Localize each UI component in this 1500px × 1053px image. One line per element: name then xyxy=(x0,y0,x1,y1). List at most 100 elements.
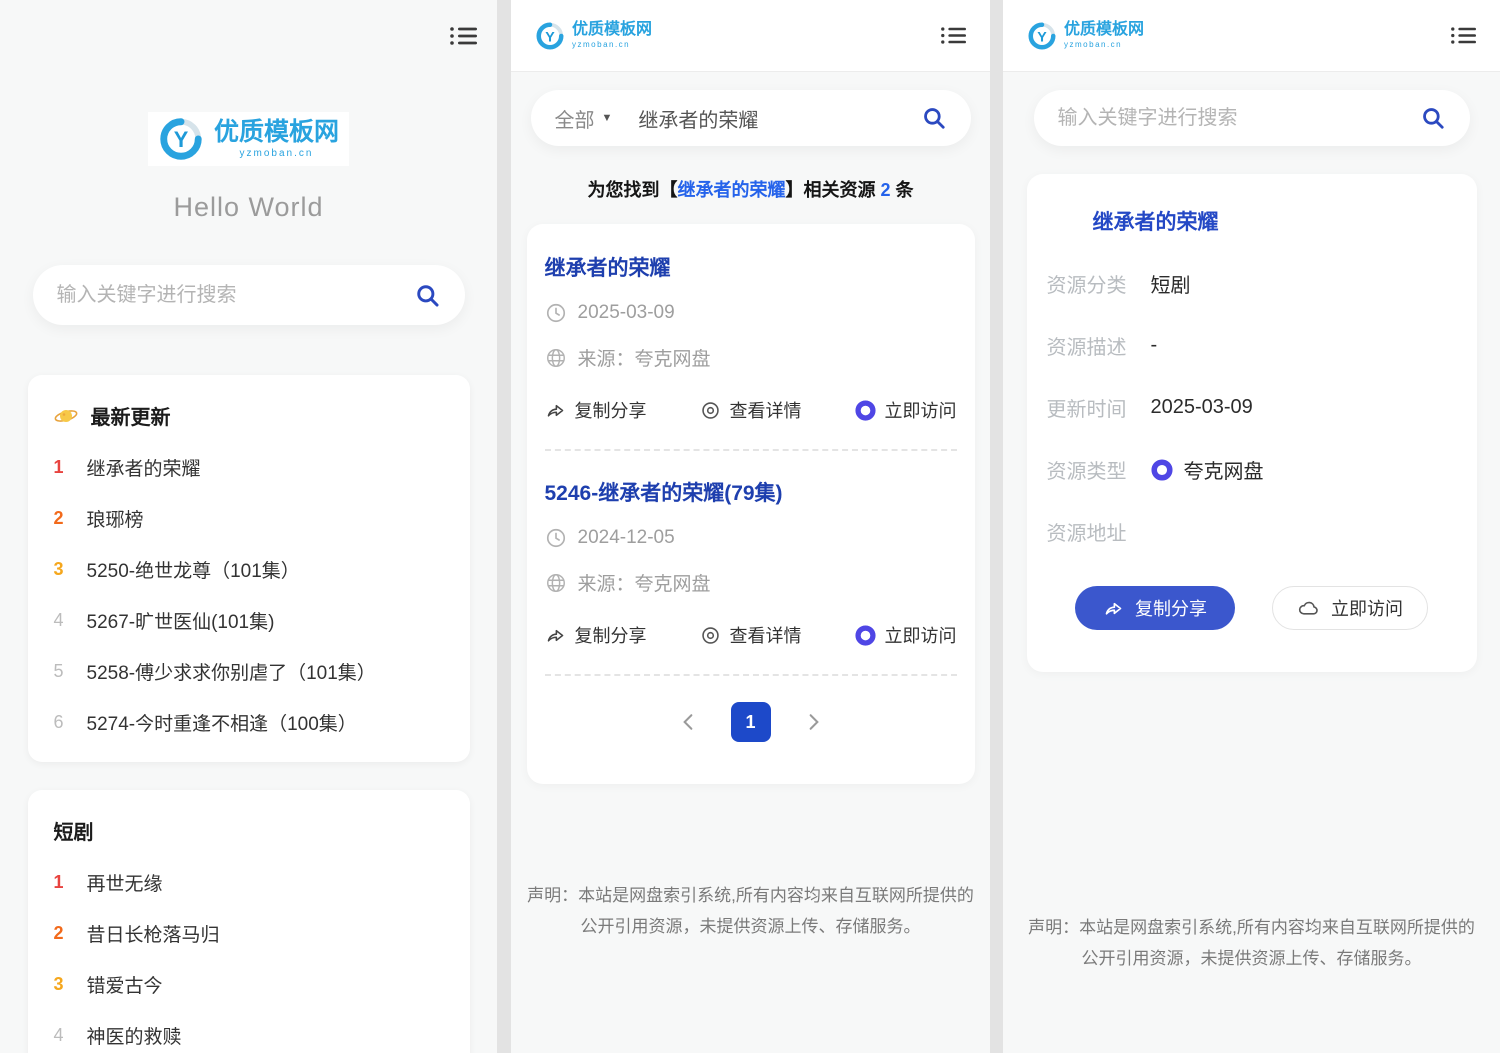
brand-domain: yzmoban.cn xyxy=(214,149,339,159)
filter-label: 全部 xyxy=(555,104,595,133)
result-title-link[interactable]: 继承者的荣耀 xyxy=(545,252,957,282)
item-title: 5274-今时重逢不相逢（100集） xyxy=(87,709,357,736)
menu-icon xyxy=(449,24,477,48)
field-row: 资源描述 - xyxy=(1047,331,1457,360)
share-icon xyxy=(545,400,566,421)
home-panel: Y 优质模板网 yzmoban.cn Hello World 最新更新 1继承者… xyxy=(0,0,497,1053)
result-source: 来源：夸克网盘 xyxy=(578,344,711,371)
visit-now-button[interactable]: 立即访问 xyxy=(855,622,957,648)
eye-icon xyxy=(700,400,721,421)
item-title: 继承者的荣耀 xyxy=(87,454,201,481)
brand-name: 优质模板网 xyxy=(572,22,652,38)
field-row: 资源类型 夸克网盘 xyxy=(1047,455,1457,484)
site-logo[interactable]: Y 优质模板网 yzmoban.cn xyxy=(1027,21,1144,51)
home-search-bar[interactable] xyxy=(33,265,465,325)
disclaimer-text: 声明：本站是网盘索引系统,所有内容均来自互联网所提供的公开引用资源，未提供资源上… xyxy=(1026,912,1478,975)
rank-badge: 1 xyxy=(54,872,69,893)
result-item: 继承者的荣耀 2025-03-09 来源：夸克网盘 复制分享 xyxy=(545,252,957,423)
field-label: 资源类型 xyxy=(1047,455,1151,484)
item-title: 再世无缘 xyxy=(87,869,163,896)
latest-updates-title: 最新更新 xyxy=(91,401,171,430)
cloud-icon xyxy=(1297,597,1320,620)
pagination: 1 xyxy=(545,702,957,742)
rank-badge: 3 xyxy=(54,559,69,580)
copy-share-label: 复制分享 xyxy=(575,397,647,423)
results-search-input[interactable] xyxy=(638,107,920,130)
view-detail-label: 查看详情 xyxy=(730,622,802,648)
view-detail-label: 查看详情 xyxy=(730,397,802,423)
result-item: 5246-继承者的荣耀(79集) 2024-12-05 来源：夸克网盘 复 xyxy=(545,477,957,648)
list-item[interactable]: 6 5274-今时重逢不相逢（100集） xyxy=(28,697,470,748)
field-label: 更新时间 xyxy=(1047,393,1151,422)
site-logo[interactable]: Y 优质模板网 yzmoban.cn xyxy=(535,21,652,51)
field-value: 2025-03-09 xyxy=(1151,396,1253,419)
list-item[interactable]: 3错爱古今 xyxy=(28,959,470,1010)
view-detail-button[interactable]: 查看详情 xyxy=(700,622,802,648)
disc-icon xyxy=(855,625,876,646)
search-icon[interactable] xyxy=(414,282,441,309)
dashed-divider xyxy=(545,449,957,451)
site-logo[interactable]: Y 优质模板网 yzmoban.cn xyxy=(148,112,349,166)
visit-now-button[interactable]: 立即访问 xyxy=(1272,586,1428,630)
rank-badge: 4 xyxy=(54,1025,69,1046)
results-card: 继承者的荣耀 2025-03-09 来源：夸克网盘 复制分享 xyxy=(527,224,975,784)
planet-icon xyxy=(54,404,78,428)
list-item[interactable]: 5 5258-傅少求求你别虐了（101集） xyxy=(28,646,470,697)
view-detail-button[interactable]: 查看详情 xyxy=(700,397,802,423)
rank-badge: 1 xyxy=(54,457,69,478)
list-item[interactable]: 1 再世无缘 xyxy=(28,857,470,908)
resource-detail-card: 继承者的荣耀 资源分类 短剧 资源描述 - 更新时间 2025-03-09 资源… xyxy=(1027,174,1477,672)
field-value: 短剧 xyxy=(1151,269,1191,298)
copy-share-button[interactable]: 复制分享 xyxy=(1075,586,1235,630)
brand-domain: yzmoban.cn xyxy=(1064,41,1144,49)
disclaimer-text: 声明：本站是网盘索引系统,所有内容均来自互联网所提供的公开引用资源，未提供资源上… xyxy=(525,880,977,943)
result-date-row: 2025-03-09 xyxy=(545,302,957,324)
results-search-bar[interactable]: 全部 ▼ xyxy=(531,90,971,146)
item-title: 5267-旷世医仙(101集) xyxy=(87,607,275,634)
search-icon[interactable] xyxy=(1420,105,1446,131)
brand-name: 优质模板网 xyxy=(214,120,339,145)
rank-badge: 4 xyxy=(54,610,69,631)
prev-page-button[interactable] xyxy=(681,713,695,731)
visit-now-label: 立即访问 xyxy=(885,397,957,423)
result-date: 2025-03-09 xyxy=(578,302,675,324)
field-label: 资源描述 xyxy=(1047,331,1151,360)
copy-share-button[interactable]: 复制分享 xyxy=(545,397,647,423)
svg-text:Y: Y xyxy=(545,29,555,45)
list-item[interactable]: 1 继承者的荣耀 xyxy=(28,442,470,493)
menu-button[interactable] xyxy=(940,24,966,47)
detail-search-input[interactable] xyxy=(1058,107,1420,130)
list-item[interactable]: 4 神医的救赎 xyxy=(28,1010,470,1053)
result-date: 2024-12-05 xyxy=(578,527,675,549)
rank-badge: 5 xyxy=(54,661,69,682)
list-item[interactable]: 2昔日长枪落马归 xyxy=(28,908,470,959)
rank-badge: 6 xyxy=(54,712,69,733)
home-search-input[interactable] xyxy=(57,284,414,307)
detail-search-bar[interactable] xyxy=(1034,90,1470,146)
result-title-link[interactable]: 5246-继承者的荣耀(79集) xyxy=(545,477,957,507)
next-page-button[interactable] xyxy=(807,713,821,731)
list-item[interactable]: 4 5267-旷世医仙(101集) xyxy=(28,595,470,646)
field-row: 更新时间 2025-03-09 xyxy=(1047,393,1457,422)
logo-icon: Y xyxy=(158,116,204,162)
item-title: 昔日长枪落马归 xyxy=(87,920,220,947)
visit-now-label: 立即访问 xyxy=(885,622,957,648)
list-item[interactable]: 2琅琊榜 xyxy=(28,493,470,544)
result-source: 来源：夸克网盘 xyxy=(578,569,711,596)
result-keyword: 继承者的荣耀 xyxy=(677,180,785,200)
visit-now-button[interactable]: 立即访问 xyxy=(855,397,957,423)
item-title: 神医的救赎 xyxy=(87,1022,182,1049)
category-filter-dropdown[interactable]: 全部 ▼ xyxy=(555,104,613,133)
copy-share-button[interactable]: 复制分享 xyxy=(545,622,647,648)
menu-button[interactable] xyxy=(449,24,477,48)
field-label: 资源分类 xyxy=(1047,269,1151,298)
field-value: - xyxy=(1151,334,1158,357)
share-icon xyxy=(1103,598,1124,619)
list-item[interactable]: 3 5250-绝世龙尊（101集） xyxy=(28,544,470,595)
item-title: 5250-绝世龙尊（101集） xyxy=(87,556,300,583)
item-title: 5258-傅少求求你别虐了（101集） xyxy=(87,658,376,685)
current-page-button[interactable]: 1 xyxy=(731,702,771,742)
search-icon[interactable] xyxy=(921,105,947,131)
result-line-prefix: 为您找到【 xyxy=(587,180,677,200)
menu-button[interactable] xyxy=(1450,24,1476,47)
